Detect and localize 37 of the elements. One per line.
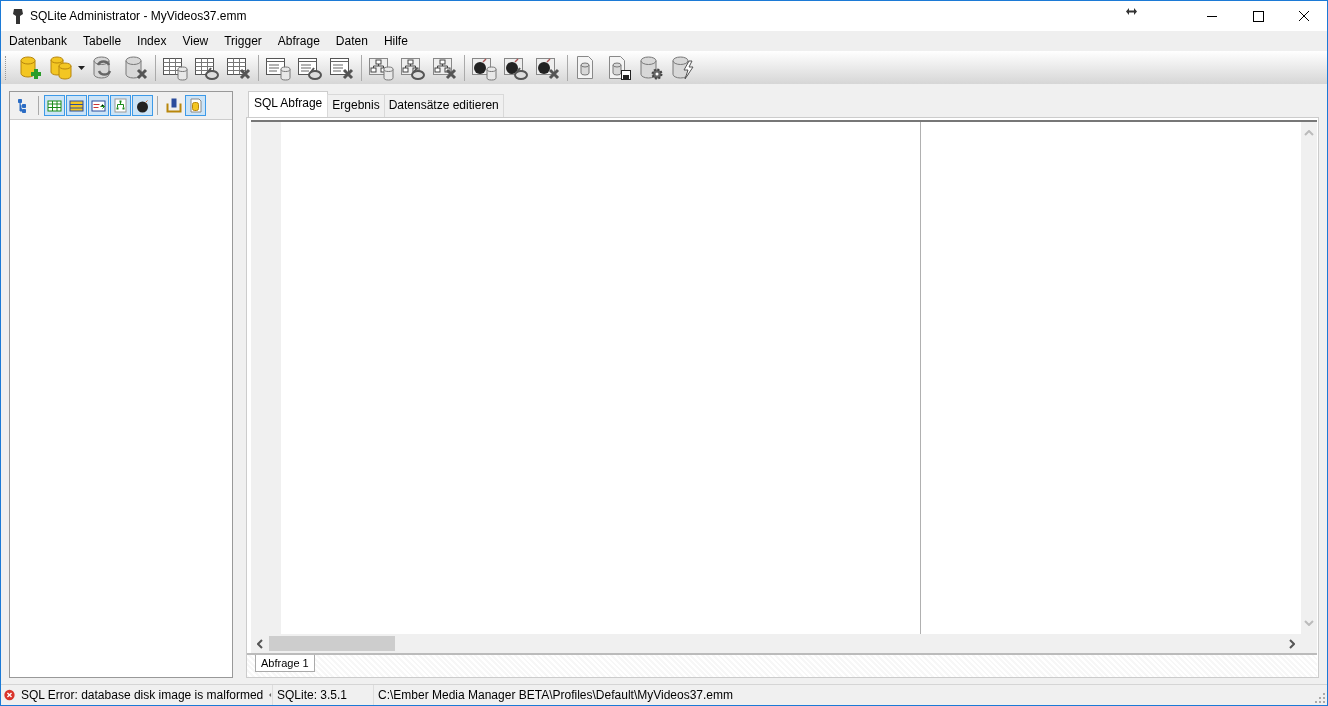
menu-item[interactable]: Index xyxy=(129,34,175,48)
form-icon[interactable] xyxy=(87,95,109,116)
app-icon xyxy=(12,7,24,25)
error-icon xyxy=(4,687,15,703)
tab[interactable]: SQL Abfrage xyxy=(248,91,329,117)
menu-item[interactable]: Abfrage xyxy=(269,34,328,48)
status-message: SQL Error: database disk image is malformed xyxy=(20,688,264,702)
database-add-icon[interactable] xyxy=(17,54,43,81)
dropdown-caret-icon[interactable] xyxy=(78,65,85,70)
horizontal-scrollbar[interactable] xyxy=(251,634,1317,653)
resize-cursor-icon xyxy=(1126,8,1137,15)
resize-grip-icon xyxy=(1315,693,1325,703)
query-tab[interactable]: Abfrage 1 xyxy=(255,655,315,672)
view-icon[interactable] xyxy=(65,95,87,116)
menu-item[interactable]: Hilfe xyxy=(375,34,416,48)
database-lightning-icon[interactable] xyxy=(670,54,696,81)
menu-item[interactable]: Daten xyxy=(327,34,376,48)
settings-icon[interactable] xyxy=(638,54,664,81)
database-path: C:\Ember Media Manager BETA\Profiles\Default\MyVideos37.emm xyxy=(378,688,734,702)
scroll-left-icon[interactable] xyxy=(257,638,263,649)
menu-item[interactable]: Tabelle xyxy=(75,34,130,48)
menu-item[interactable]: Trigger xyxy=(216,34,270,48)
save-icon[interactable] xyxy=(606,54,632,81)
scrollbar-thumb[interactable] xyxy=(269,636,395,651)
sqlite-version: SQLite: 3.5.1 xyxy=(277,688,348,702)
database-delete-icon[interactable] xyxy=(123,54,149,81)
tab[interactable]: Datensätze editieren xyxy=(383,94,504,117)
scroll-right-icon[interactable] xyxy=(1289,638,1295,649)
bomb-icon[interactable] xyxy=(131,95,153,116)
menu-item[interactable]: View xyxy=(174,34,217,48)
menu-item[interactable]: Datenbank xyxy=(1,34,76,48)
caret-icon xyxy=(269,692,272,698)
table-icon[interactable] xyxy=(43,95,65,116)
index-tree-icon[interactable] xyxy=(109,95,131,116)
tab[interactable]: Ergebnis xyxy=(327,94,385,117)
window-title: SQLite Administrator - MyVideos37.emm xyxy=(30,9,247,23)
database-document-icon[interactable] xyxy=(184,95,206,116)
